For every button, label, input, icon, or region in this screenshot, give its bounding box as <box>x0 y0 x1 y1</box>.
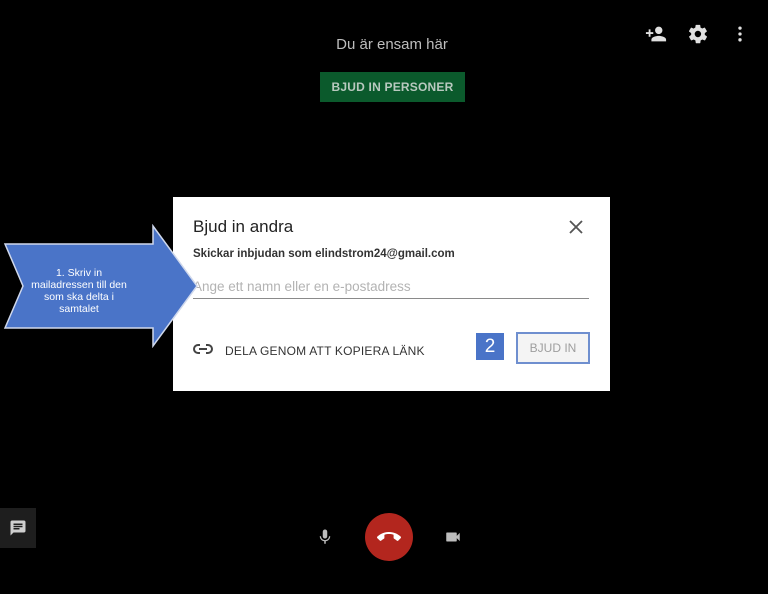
invite-button[interactable]: BJUD IN <box>516 332 590 364</box>
sender-text: Skickar inbjudan som elindstrom24@gmail.… <box>193 248 455 260</box>
callout-text: 1. Skriv in mailadressen till den som sk… <box>31 267 127 315</box>
hangup-button[interactable] <box>365 513 413 561</box>
microphone-icon[interactable] <box>313 525 337 549</box>
more-vert-icon[interactable] <box>726 22 754 46</box>
close-icon[interactable] <box>566 217 586 237</box>
add-person-icon[interactable] <box>642 22 670 46</box>
invite-dialog: Bjud in andra Skickar inbjudan som elind… <box>173 197 610 391</box>
camera-icon[interactable] <box>441 525 465 549</box>
share-link-button[interactable]: DELA GENOM ATT KOPIERA LÄNK <box>193 342 425 360</box>
hangup-icon <box>377 532 401 541</box>
invite-people-button[interactable]: BJUD IN PERSONER <box>320 72 465 102</box>
call-controls <box>313 513 465 561</box>
chat-icon[interactable] <box>0 508 36 548</box>
step-badge: 2 <box>476 333 504 360</box>
share-link-label: DELA GENOM ATT KOPIERA LÄNK <box>225 344 425 358</box>
email-input[interactable] <box>193 274 589 299</box>
gear-icon[interactable] <box>684 22 712 46</box>
dialog-title: Bjud in andra <box>193 217 294 236</box>
top-toolbar <box>642 22 754 46</box>
